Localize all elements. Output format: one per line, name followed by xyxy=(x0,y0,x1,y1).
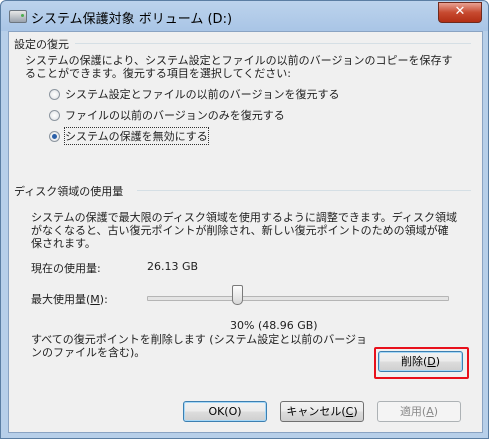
radio-label: システムの保護を無効にする xyxy=(64,127,209,145)
dialog-client: 設定の復元 システムの保護により、システム設定とファイルの以前のバージョンのコピ… xyxy=(8,31,483,433)
close-button[interactable]: ✕ xyxy=(438,2,482,23)
delete-button[interactable]: 削除(D) xyxy=(378,351,463,372)
window-title: システム保護対象 ボリューム (D:) xyxy=(31,12,233,27)
radio-button[interactable] xyxy=(49,88,60,100)
max-usage-value: 30% (48.96 GB) xyxy=(230,319,318,332)
cancel-button[interactable]: キャンセル(C) xyxy=(280,401,364,422)
group-divider xyxy=(75,43,471,44)
restore-settings-title: 設定の復元 xyxy=(14,36,73,52)
ok-button[interactable]: OK(O) xyxy=(183,401,267,422)
max-usage-slider-thumb[interactable] xyxy=(231,285,243,305)
radio-disable-protection[interactable]: システムの保護を無効にする xyxy=(49,127,209,145)
radio-button-selected[interactable] xyxy=(49,130,60,142)
radio-label: システム設定とファイルの以前のバージョンを復元する xyxy=(65,88,340,101)
radio-button[interactable] xyxy=(49,109,60,121)
apply-button[interactable]: 適用(A) xyxy=(377,401,461,422)
drive-icon xyxy=(9,10,27,23)
restore-settings-description: システムの保護により、システム設定とファイルの以前のバージョンのコピーを保存する… xyxy=(25,54,453,80)
current-usage-label: 現在の使用量: xyxy=(31,262,101,275)
disk-usage-title: ディスク領域の使用量 xyxy=(14,183,128,199)
close-icon: ✕ xyxy=(454,4,466,19)
disk-usage-description: システムの保護で最大限のディスク領域を使用するように調整できます。ディスク領域が… xyxy=(31,211,458,250)
radio-label: ファイルの以前のバージョンのみを復元する xyxy=(65,109,285,122)
title-bar[interactable]: システム保護対象 ボリューム (D:) ✕ xyxy=(1,1,488,31)
group-divider xyxy=(137,190,471,191)
max-usage-label: 最大使用量(M): xyxy=(31,293,108,306)
dialog-window: システム保護対象 ボリューム (D:) ✕ 設定の復元 システムの保護により、シ… xyxy=(0,0,489,439)
radio-restore-system-and-files[interactable]: システム設定とファイルの以前のバージョンを復元する xyxy=(49,87,339,101)
delete-description: すべての復元ポイントを削除します (システム設定と以前のバージョンのファイルを含… xyxy=(31,333,368,359)
max-usage-slider-track[interactable] xyxy=(147,296,449,301)
radio-restore-files-only[interactable]: ファイルの以前のバージョンのみを復元する xyxy=(49,108,285,122)
current-usage-value: 26.13 GB xyxy=(147,260,199,273)
